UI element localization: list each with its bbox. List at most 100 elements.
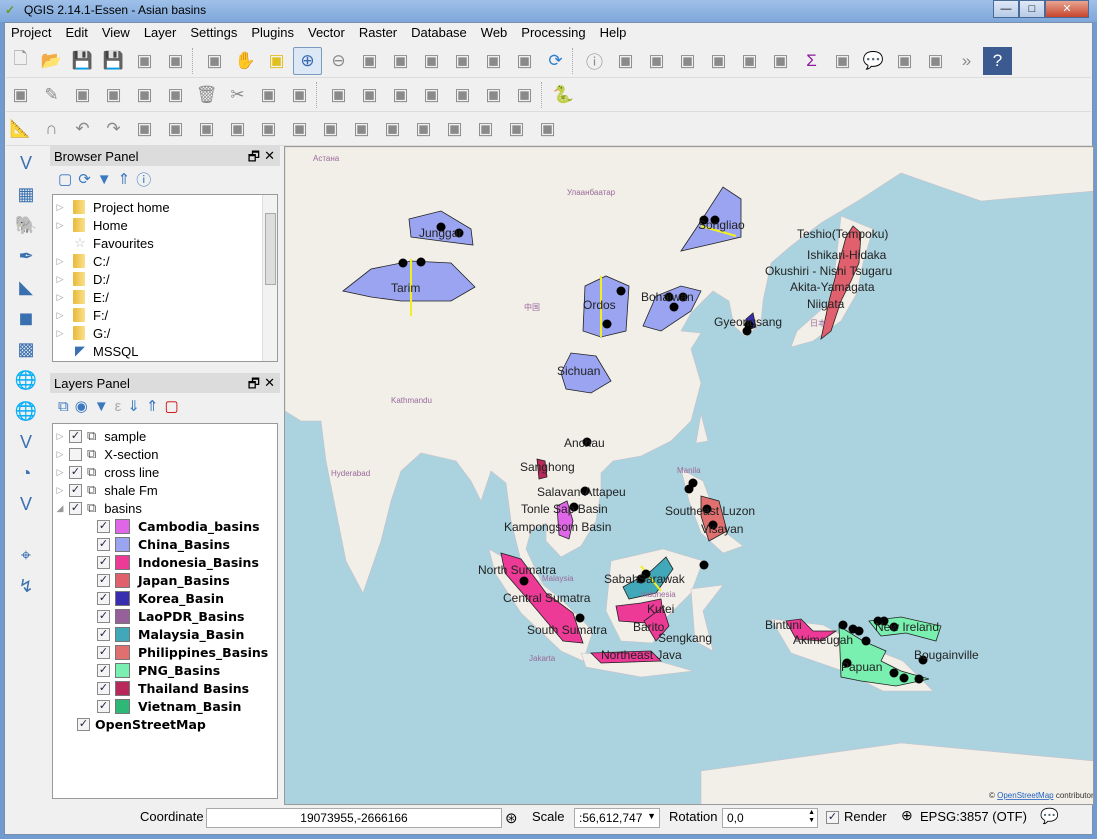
sample-point[interactable] <box>889 668 899 678</box>
add-selected-icon[interactable]: ▢ <box>58 170 72 188</box>
menu-layer[interactable]: Layer <box>137 22 184 44</box>
menu-processing[interactable]: Processing <box>514 22 592 44</box>
messages-icon[interactable]: 💬 <box>1040 807 1059 825</box>
split-parts-button[interactable]: ▣ <box>409 115 438 143</box>
merge-features-button[interactable]: ▣ <box>440 115 469 143</box>
info-icon[interactable]: ⓘ <box>136 169 151 190</box>
expand-arrow-icon[interactable]: ▷ <box>53 220 67 231</box>
browser-item[interactable]: ☆ Favourites <box>53 234 277 252</box>
zoom-in-button[interactable]: ⊕ <box>293 46 322 75</box>
layer-visibility-checkbox[interactable]: ✓ <box>97 573 110 587</box>
sample-point[interactable] <box>684 484 694 494</box>
collapse-all-icon[interactable]: ⇑ <box>146 397 159 415</box>
layer-item-openstreetmap[interactable]: ✓ OpenStreetMap <box>53 715 277 733</box>
expand-arrow-icon[interactable]: ▷ <box>53 485 67 496</box>
layer-visibility-checkbox[interactable]: ✓ <box>97 663 110 677</box>
minimize-button[interactable]: — <box>993 0 1019 18</box>
rotate-symbols-button[interactable]: ▣ <box>502 115 531 143</box>
add-raster-layer-button[interactable]: ▦ <box>10 179 42 209</box>
crs-icon[interactable]: ⊕ <box>901 807 913 824</box>
sample-point[interactable] <box>699 560 709 570</box>
sample-point[interactable] <box>616 286 626 296</box>
copy-features-button[interactable]: ▣ <box>254 81 283 109</box>
new-print-composer-button[interactable]: ▣ <box>130 47 159 75</box>
add-group-icon[interactable]: ⧉ <box>58 398 69 415</box>
close-panel-button[interactable]: ✕ <box>264 375 275 391</box>
expand-arrow-icon[interactable]: ▷ <box>53 292 67 303</box>
menu-web[interactable]: Web <box>474 22 515 44</box>
menu-view[interactable]: View <box>95 22 137 44</box>
sample-point[interactable] <box>854 626 864 636</box>
layer-group[interactable]: ▷ ✓ ⧉ cross line <box>53 463 277 481</box>
layer-visibility-checkbox[interactable]: ✓ <box>69 465 82 479</box>
layer-item[interactable]: ✓ Malaysia_Basin <box>53 625 277 643</box>
layer-item[interactable]: ✓ Japan_Basins <box>53 571 277 589</box>
cut-features-button[interactable]: ✂ <box>223 81 252 109</box>
move-feature-button[interactable]: ▣ <box>130 81 159 109</box>
add-ring-button[interactable]: ▣ <box>161 115 190 143</box>
browser-item[interactable]: ▷ Home <box>53 216 277 234</box>
delete-ring-button[interactable]: ▣ <box>254 115 283 143</box>
browser-item[interactable]: ▷ Project home <box>53 198 277 216</box>
sample-point[interactable] <box>575 613 585 623</box>
expand-arrow-icon[interactable]: ▷ <box>53 274 67 285</box>
layer-item[interactable]: ✓ Philippines_Basins <box>53 643 277 661</box>
add-mssql-button[interactable]: ◣ <box>10 272 42 302</box>
layer-visibility-checkbox[interactable]: ✓ <box>97 537 110 551</box>
delete-selected-button[interactable]: 🗑 <box>192 81 221 109</box>
expand-arrow-icon[interactable]: ▷ <box>53 467 67 478</box>
browser-item[interactable]: ◤Oracle <box>53 360 277 361</box>
action-button[interactable]: ▣ <box>611 47 640 75</box>
scale-combobox[interactable]: :56,612,747 ▼ <box>574 808 660 828</box>
browser-item[interactable]: ◤ MSSQL <box>53 342 277 360</box>
attribute-table-button[interactable]: ▣ <box>735 47 764 75</box>
layer-group[interactable]: ▷ ✓ ⧉ shale Fm <box>53 481 277 499</box>
label-tool-button[interactable]: ▣ <box>324 81 353 109</box>
snapping-button[interactable]: ∩ <box>37 115 66 143</box>
zoom-native-button[interactable]: ▣ <box>355 47 384 75</box>
add-text-button[interactable]: ▣ <box>890 47 919 75</box>
layer-visibility-checkbox[interactable]: ✓ <box>97 555 110 569</box>
add-virtual-layer-button[interactable]: ◔ <box>10 458 42 488</box>
menu-settings[interactable]: Settings <box>183 22 244 44</box>
merge-attributes-button[interactable]: ▣ <box>471 115 500 143</box>
add-delimited-text-button[interactable]: V <box>10 427 42 457</box>
browser-item[interactable]: ▷ E:/ <box>53 288 277 306</box>
sample-point[interactable] <box>861 636 871 646</box>
simplify-button[interactable]: ▣ <box>130 115 159 143</box>
zoom-full-button[interactable]: ▣ <box>386 47 415 75</box>
layer-item[interactable]: ✓ LaoPDR_Basins <box>53 607 277 625</box>
filter-legend-icon[interactable]: ▼ <box>94 398 109 415</box>
sample-point[interactable] <box>519 576 529 586</box>
refresh-button[interactable]: ⟳ <box>541 47 570 75</box>
browser-scrollbar[interactable] <box>262 195 277 361</box>
layer-visibility-checkbox[interactable]: ✓ <box>97 609 110 623</box>
add-vector-layer-button[interactable]: V <box>10 148 42 178</box>
help-button[interactable]: ? <box>983 46 1012 75</box>
spinner-arrows-icon[interactable]: ▲ ▼ <box>808 809 815 825</box>
python-console-button[interactable]: 🐍 <box>549 81 578 109</box>
annotation-button[interactable]: 💬 <box>859 47 888 75</box>
layer-group[interactable]: ▷ ✓ ⧉ sample <box>53 427 277 445</box>
highlight-pinned-button[interactable]: ▣ <box>386 81 415 109</box>
rotate-label-button[interactable]: ▣ <box>479 81 508 109</box>
browser-item[interactable]: ▷ F:/ <box>53 306 277 324</box>
expand-all-icon[interactable]: ⇓ <box>127 397 140 415</box>
sample-point[interactable] <box>416 257 426 267</box>
zoom-out-button[interactable]: ⊖ <box>324 47 353 75</box>
rotation-spinbox[interactable]: 0,0 ▲ ▼ <box>722 808 818 828</box>
save-project-button[interactable]: 💾 <box>68 47 97 75</box>
expand-arrow-icon[interactable]: ▷ <box>53 202 67 213</box>
deselect-button[interactable]: ▣ <box>704 47 733 75</box>
filter-icon[interactable]: ▼ <box>97 171 112 188</box>
sample-point[interactable] <box>899 673 909 683</box>
zoom-last-button[interactable]: ▣ <box>479 47 508 75</box>
field-calculator-button[interactable]: ▣ <box>766 47 795 75</box>
layer-visibility-checkbox[interactable]: ✓ <box>69 483 82 497</box>
layer-visibility-checkbox[interactable]: ✓ <box>97 699 110 713</box>
menu-database[interactable]: Database <box>404 22 474 44</box>
sample-point[interactable] <box>398 258 408 268</box>
paste-features-button[interactable]: ▣ <box>285 81 314 109</box>
layer-visibility-checkbox[interactable]: ✓ <box>69 429 82 443</box>
float-panel-button[interactable]: 🗗 <box>248 375 260 397</box>
